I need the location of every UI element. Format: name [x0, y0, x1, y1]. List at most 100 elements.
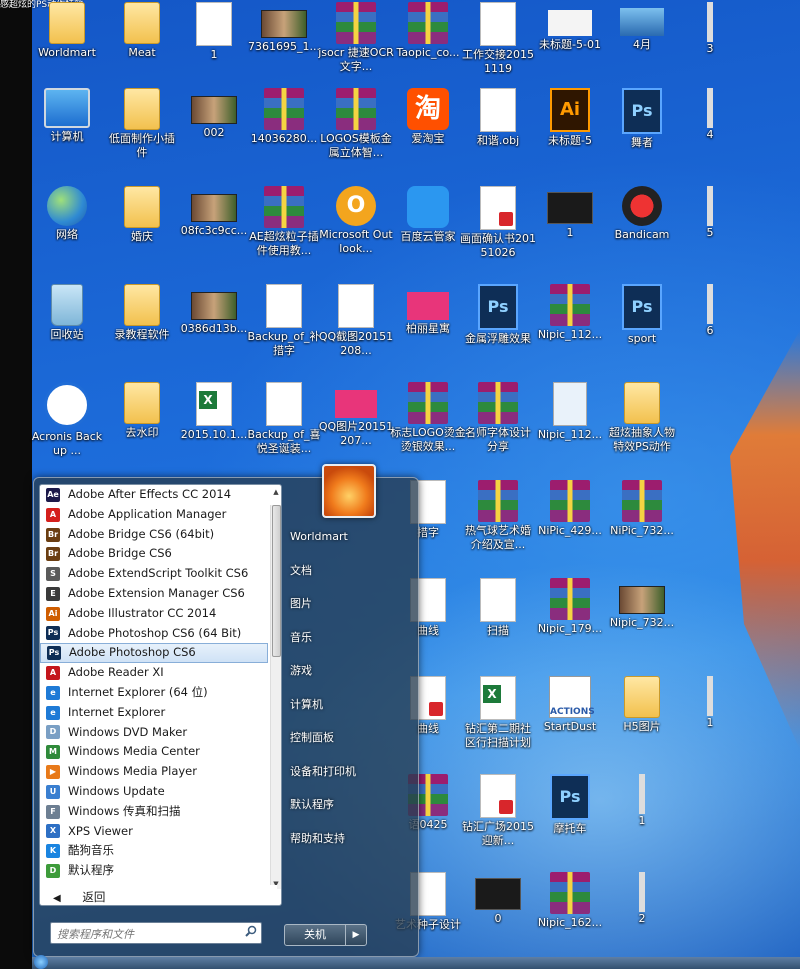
desktop-icon[interactable]: Nipic_112... — [532, 382, 608, 442]
program-list-scrollbar[interactable]: ▲ ▼ — [270, 488, 281, 889]
desktop-icon[interactable]: 网络 — [29, 186, 105, 242]
desktop-icon[interactable]: 超炫抽象人物特效PS动作 — [604, 382, 680, 454]
program-item[interactable]: A Adobe Reader XI — [40, 663, 268, 683]
desktop-icon[interactable]: Backup_of_喜悦圣诞装... — [246, 382, 322, 456]
desktop-icon[interactable]: Ps 金属浮雕效果 — [460, 284, 536, 346]
desktop-icon[interactable]: 录教程软件 — [104, 284, 180, 342]
desktop-icon[interactable]: 4 — [672, 88, 748, 142]
desktop-icon[interactable]: 热气球艺术婚介绍及宣... — [460, 480, 536, 552]
desktop-icon[interactable]: 7361695_1... — [246, 2, 322, 54]
desktop-icon[interactable]: 去水印 — [104, 382, 180, 440]
scroll-up-icon[interactable]: ▲ — [271, 487, 281, 497]
desktop-icon[interactable]: 002 — [176, 88, 252, 140]
desktop-icon[interactable]: 柏丽星寓 — [390, 284, 466, 336]
desktop-icon[interactable]: Ps 舞者 — [604, 88, 680, 150]
desktop-icon[interactable]: Ps 摩托车 — [532, 774, 608, 836]
desktop-icon[interactable]: 淘爱淘宝 — [390, 88, 466, 146]
program-item[interactable]: K 酷狗音乐 — [40, 841, 268, 861]
desktop-icon[interactable]: AE超炫粒子插件使用教... — [246, 186, 322, 258]
desktop-icon[interactable]: 1 — [532, 186, 608, 240]
program-item[interactable]: Ai Adobe Illustrator CC 2014 — [40, 604, 268, 624]
program-item[interactable]: M Windows Media Center — [40, 742, 268, 762]
program-item[interactable]: e Internet Explorer — [40, 703, 268, 723]
desktop-icon[interactable]: 1 — [672, 676, 748, 730]
desktop-icon[interactable]: Taopic_co... — [390, 2, 466, 60]
desktop-icon[interactable]: 名师字体设计分享 — [460, 382, 536, 454]
start-menu-link[interactable]: 计算机 — [286, 688, 411, 722]
desktop-icon[interactable]: 0386d13b... — [176, 284, 252, 336]
desktop-icon[interactable]: 2 — [604, 872, 680, 926]
start-menu-link[interactable]: Worldmart — [286, 520, 411, 554]
start-menu-link[interactable]: 默认程序 — [286, 788, 411, 822]
desktop-icon[interactable]: 标志LOGO烫金烫银效果... — [390, 382, 466, 454]
desktop-icon[interactable]: 14036280... — [246, 88, 322, 146]
desktop-icon[interactable]: Meat — [104, 2, 180, 60]
program-item[interactable]: Br Adobe Bridge CS6 (64bit) — [40, 525, 268, 545]
desktop-icon[interactable]: 扫描 — [460, 578, 536, 638]
desktop-icon[interactable]: NiPic_429... — [532, 480, 608, 538]
desktop-icon[interactable]: 4月 — [604, 2, 680, 52]
desktop-icon[interactable]: Ai 未标题-5 — [532, 88, 608, 148]
start-menu-link[interactable]: 控制面板 — [286, 721, 411, 755]
program-item[interactable]: D Windows DVD Maker — [40, 723, 268, 743]
desktop-icon[interactable]: jsocr 捷速OCR文字... — [318, 2, 394, 74]
desktop-icon[interactable]: 百度云管家 — [390, 186, 466, 244]
desktop-icon[interactable]: 和谐.obj — [460, 88, 536, 148]
start-menu-link[interactable]: 文档 — [286, 554, 411, 588]
desktop-icon[interactable]: 08fc3c9cc... — [176, 186, 252, 238]
desktop-icon[interactable]: Acronis Backup ... — [29, 382, 105, 458]
desktop-icon[interactable]: H5图片 — [604, 676, 680, 734]
desktop-icon[interactable]: 工作交接20151119 — [460, 2, 536, 76]
desktop-icon[interactable]: Nipic_162... — [532, 872, 608, 930]
desktop-icon[interactable]: 钻汇广场2015迎新... — [460, 774, 536, 848]
program-item[interactable]: ▶ Windows Media Player — [40, 762, 268, 782]
scroll-thumb[interactable] — [272, 505, 281, 657]
search-icon[interactable] — [245, 925, 257, 937]
start-menu-link[interactable]: 游戏 — [286, 654, 411, 688]
desktop-icon[interactable]: Backup_of_补措字 — [246, 284, 322, 358]
desktop-icon[interactable]: LOGOS模板金属立体智... — [318, 88, 394, 160]
desktop-icon[interactable]: NiPic_732... — [604, 480, 680, 538]
program-item[interactable]: Ps Adobe Photoshop CS6 (64 Bit) — [40, 624, 268, 644]
program-item[interactable]: A Adobe Application Manager — [40, 505, 268, 525]
desktop-icon[interactable]: QQ图片20151207... — [318, 382, 394, 448]
desktop-icon[interactable]: O Microsoft Outlook... — [318, 186, 394, 256]
desktop-icon[interactable]: Ps sport — [604, 284, 680, 346]
desktop-icon[interactable]: 6 — [672, 284, 748, 338]
desktop-icon[interactable]: ACTIONS StartDust — [532, 676, 608, 734]
program-item[interactable]: U Windows Update — [40, 782, 268, 802]
desktop-icon[interactable]: 计算机 — [29, 88, 105, 144]
desktop-icon[interactable]: 1 — [604, 774, 680, 828]
desktop-icon[interactable]: 5 — [672, 186, 748, 240]
start-menu-link[interactable]: 音乐 — [286, 621, 411, 655]
program-item[interactable]: Ae Adobe After Effects CC 2014 — [40, 485, 268, 505]
desktop-icon[interactable]: Nipic_179... — [532, 578, 608, 636]
desktop-icon[interactable]: 1 — [176, 2, 252, 62]
program-item[interactable]: E Adobe Extension Manager CS6 — [40, 584, 268, 604]
start-menu-link[interactable]: 设备和打印机 — [286, 755, 411, 789]
program-item[interactable]: S Adobe ExtendScript Toolkit CS6 — [40, 564, 268, 584]
desktop-icon[interactable]: 2015.10.1... — [176, 382, 252, 442]
shutdown-button[interactable]: 关机 — [284, 924, 346, 946]
program-item[interactable]: D 默认程序 — [40, 861, 268, 881]
desktop-icon[interactable]: 钻汇第二期社区行扫描计划 — [460, 676, 536, 750]
desktop-icon[interactable]: Nipic_732... — [604, 578, 680, 630]
desktop-icon[interactable]: Bandicam — [604, 186, 680, 242]
desktop-icon[interactable]: 3 — [672, 2, 748, 56]
back-button[interactable]: ◀ 返回 — [45, 885, 277, 905]
program-item[interactable]: Br Adobe Bridge CS6 — [40, 544, 268, 564]
program-item[interactable]: F Windows 传真和扫描 — [40, 802, 268, 822]
desktop-icon[interactable]: Worldmart — [29, 2, 105, 60]
desktop-icon[interactable]: 婚庆 — [104, 186, 180, 244]
user-picture[interactable] — [322, 464, 376, 518]
program-item[interactable]: e Internet Explorer (64 位) — [40, 683, 268, 703]
search-box[interactable] — [50, 922, 262, 945]
desktop-icon[interactable]: 未标题-5-01 — [532, 2, 608, 52]
start-menu-link[interactable]: 帮助和支持 — [286, 822, 411, 856]
search-input[interactable] — [51, 924, 243, 945]
start-button[interactable] — [34, 955, 48, 969]
desktop-icon[interactable]: Nipic_112... — [532, 284, 608, 342]
desktop-icon[interactable]: 回收站 — [29, 284, 105, 342]
desktop-icon[interactable]: QQ截图20151208... — [318, 284, 394, 358]
desktop-icon[interactable]: 0 — [460, 872, 536, 926]
